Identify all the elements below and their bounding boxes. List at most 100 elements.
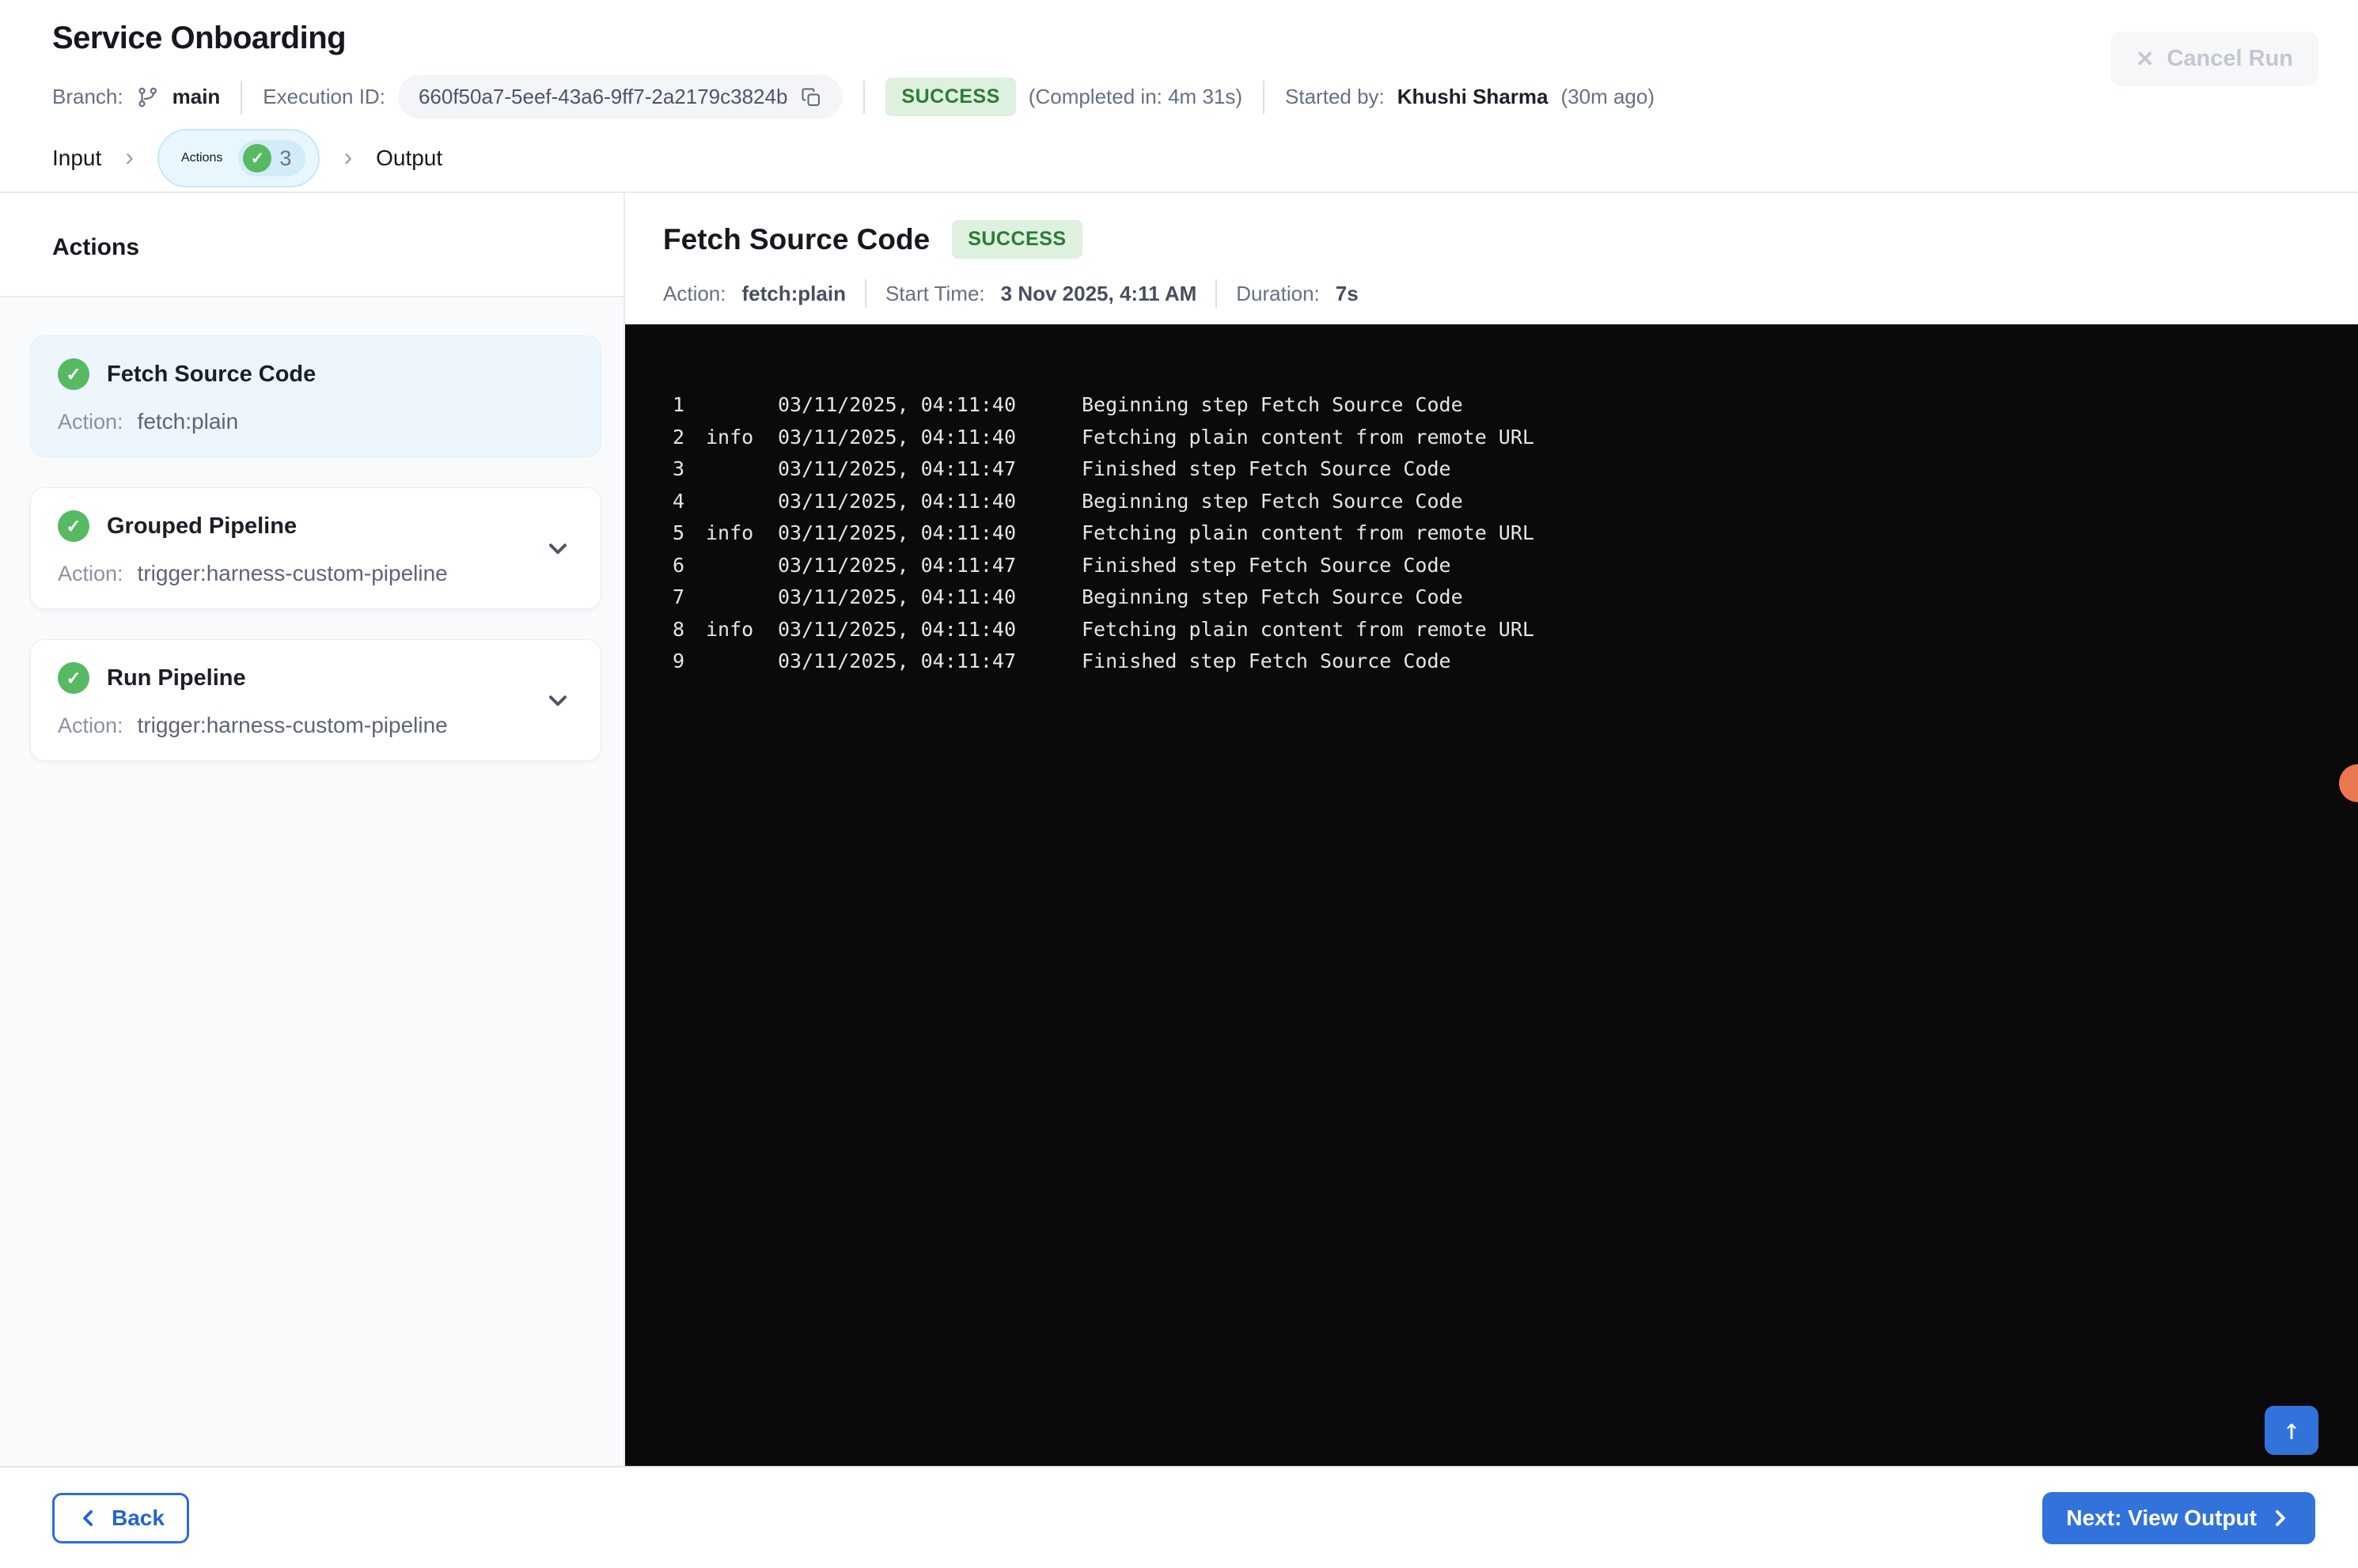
completed-in-text: (Completed in: 4m 31s)	[1028, 85, 1243, 108]
header-left: Service Onboarding Branch: main Executio…	[52, 21, 1655, 119]
log-line: 2 info 03/11/2025, 04:11:40 Fetching plain …	[673, 422, 2358, 454]
log-level	[706, 453, 778, 486]
branch-name: main	[172, 85, 221, 108]
log-message: Beginning step Fetch Source Code	[1082, 585, 1463, 608]
detail-status-badge: SUCCESS	[952, 220, 1082, 259]
log-timestamp: 03/11/2025, 04:11:47	[778, 650, 1017, 672]
action-card-meta: Action: trigger:harness-custom-pipeline	[58, 561, 574, 586]
git-branch-icon	[136, 85, 160, 109]
action-label: Action:	[58, 714, 123, 737]
service-onboarding-page: Service Onboarding Branch: main Executio…	[0, 0, 2358, 1568]
copy-icon[interactable]	[800, 86, 822, 108]
log-timestamp: 03/11/2025, 04:11:40	[778, 585, 1017, 608]
success-check-icon: ✓	[58, 358, 89, 390]
card-title-row: ✓ Grouped Pipeline	[58, 510, 574, 542]
tab-output[interactable]: Output	[376, 146, 442, 171]
next-view-output-button[interactable]: Next: View Output	[2042, 1491, 2315, 1544]
divider	[1263, 80, 1265, 114]
tab-actions[interactable]: Actions ✓ 3	[157, 129, 320, 187]
detail-action-value: fetch:plain	[741, 281, 846, 305]
success-check-icon: ✓	[58, 662, 89, 694]
action-value: trigger:harness-custom-pipeline	[137, 561, 448, 585]
action-card-title: Fetch Source Code	[107, 361, 317, 387]
floating-widget-dot[interactable]	[2339, 764, 2358, 802]
started-by-name: Khushi Sharma	[1397, 85, 1549, 108]
back-button[interactable]: Back	[52, 1492, 189, 1543]
detail-duration-value: 7s	[1335, 281, 1359, 305]
log-line-number: 8	[673, 617, 685, 641]
chevron-left-icon	[77, 1506, 100, 1530]
started-ago-text: (30m ago)	[1560, 85, 1655, 108]
detail-header: Fetch Source Code SUCCESS Action: fetch:…	[625, 193, 2358, 324]
detail-action-label: Action:	[663, 281, 726, 305]
log-timestamp: 03/11/2025, 04:11:40	[778, 393, 1017, 416]
log-timestamp: 03/11/2025, 04:11:40	[778, 521, 1017, 544]
log-line: 7 03/11/2025, 04:11:40 Beginning step Fetc…	[673, 581, 2358, 614]
action-card-grouped-pipeline[interactable]: ✓ Grouped Pipeline Action: trigger:harness-…	[30, 487, 601, 609]
log-message: Beginning step Fetch Source Code	[1082, 489, 1463, 513]
log-line-number: 2	[673, 425, 685, 449]
action-card-title: Run Pipeline	[107, 665, 246, 691]
log-line-number: 6	[673, 553, 685, 577]
cancel-run-button[interactable]: ✕ Cancel Run	[2110, 32, 2318, 86]
divider	[864, 279, 866, 308]
card-title-row: ✓ Run Pipeline	[58, 662, 574, 694]
log-level	[706, 389, 778, 422]
log-level	[706, 646, 778, 678]
log-line: 1 03/11/2025, 04:11:40 Beginning step Fetc…	[673, 389, 2358, 422]
divider	[863, 80, 866, 114]
log-line: 4 03/11/2025, 04:11:40 Beginning step Fetc…	[673, 486, 2358, 518]
page-title: Service Onboarding	[52, 21, 347, 55]
log-message: Fetching plain content from remote URL	[1082, 617, 1534, 641]
log-message: Finished step Fetch Source Code	[1082, 457, 1451, 480]
log-message: Finished step Fetch Source Code	[1082, 650, 1451, 672]
chevron-right-separator-icon: ›	[343, 142, 353, 171]
log-line-number: 3	[673, 457, 685, 480]
log-lines: 1 03/11/2025, 04:11:40 Beginning step Fetc…	[673, 389, 2358, 678]
action-value: fetch:plain	[137, 409, 239, 434]
divider	[241, 80, 243, 114]
sidebar-heading: Actions	[0, 193, 624, 297]
cancel-run-label: Cancel Run	[2167, 46, 2293, 71]
execution-id-pill[interactable]: 660f50a7-5eef-43a6-9ff7-2a2179c3824b	[397, 75, 843, 119]
success-check-icon: ✓	[58, 510, 89, 542]
execution-id-value: 660f50a7-5eef-43a6-9ff7-2a2179c3824b	[418, 85, 788, 108]
arrow-up-icon: ↑	[2283, 1414, 2300, 1446]
action-label: Action:	[58, 410, 123, 434]
next-label: Next: View Output	[2066, 1505, 2257, 1530]
log-line: 8 info 03/11/2025, 04:11:40 Fetching plain …	[673, 614, 2358, 646]
back-label: Back	[112, 1505, 165, 1530]
detail-title: Fetch Source Code	[663, 222, 931, 256]
scroll-to-top-button[interactable]: ↑	[2265, 1406, 2318, 1455]
execution-meta-row: Branch: main Execution ID: 660f50a7-5eef…	[52, 75, 1655, 119]
log-timestamp: 03/11/2025, 04:11:47	[778, 553, 1017, 577]
action-value: trigger:harness-custom-pipeline	[137, 713, 448, 737]
card-title-row: ✓ Fetch Source Code	[58, 358, 574, 390]
page-header: Service Onboarding Branch: main Executio…	[0, 0, 2358, 125]
action-detail-panel: Fetch Source Code SUCCESS Action: fetch:…	[625, 193, 2358, 1466]
action-card-run-pipeline[interactable]: ✓ Run Pipeline Action: trigger:harness-cust…	[30, 639, 601, 761]
log-line: 6 03/11/2025, 04:11:47 Finished step Fetch…	[673, 550, 2358, 582]
log-console[interactable]: 1 03/11/2025, 04:11:40 Beginning step Fetc…	[625, 324, 2358, 1466]
log-message: Finished step Fetch Source Code	[1082, 553, 1451, 577]
log-level: info	[706, 521, 754, 544]
log-timestamp: 03/11/2025, 04:11:40	[778, 425, 1017, 449]
chevron-down-icon[interactable]	[544, 686, 572, 714]
tab-count-badge: ✓ 3	[238, 140, 306, 176]
chevron-down-icon[interactable]	[544, 534, 572, 562]
tab-input[interactable]: Input	[52, 146, 101, 171]
detail-start-label: Start Time:	[885, 281, 985, 305]
check-circle-icon: ✓	[243, 144, 272, 172]
action-card-title: Grouped Pipeline	[107, 513, 298, 539]
log-line-number: 1	[673, 393, 685, 416]
action-list: ✓ Fetch Source Code Action: fetch:plain ✓ Gro…	[0, 297, 624, 1466]
log-line: 5 info 03/11/2025, 04:11:40 Fetching plain …	[673, 517, 2358, 550]
log-timestamp: 03/11/2025, 04:11:47	[778, 457, 1017, 480]
action-card-fetch-source-code[interactable]: ✓ Fetch Source Code Action: fetch:plain	[30, 335, 601, 457]
wizard-footer: Back Next: View Output	[0, 1466, 2358, 1568]
log-line-number: 5	[673, 521, 685, 544]
branch-label: Branch:	[52, 85, 123, 108]
log-line: 3 03/11/2025, 04:11:47 Finished step Fetch…	[673, 453, 2358, 486]
log-level	[706, 581, 778, 614]
log-line-number: 7	[673, 585, 685, 608]
